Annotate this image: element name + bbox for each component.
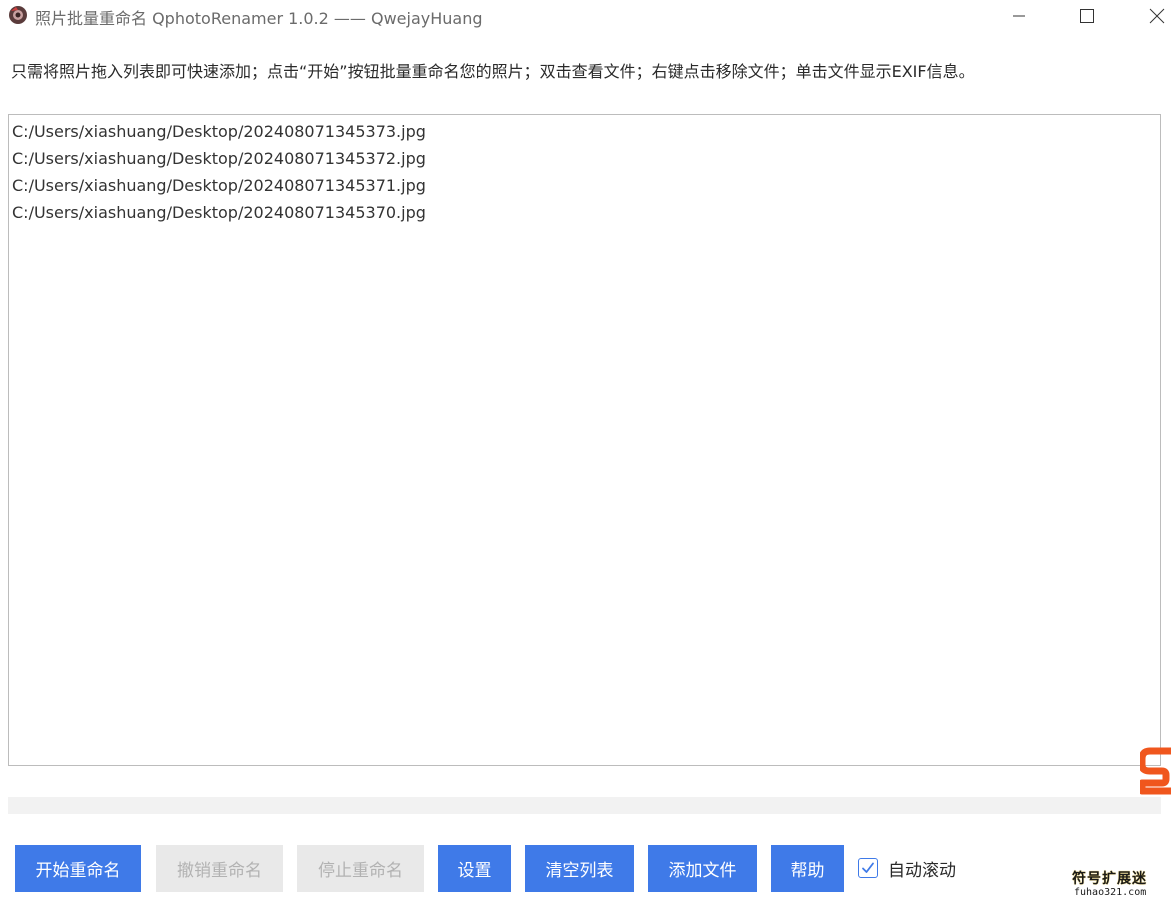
title-bar: 照片批量重命名 QphotoRenamer 1.0.2 —— QwejayHua… [0,0,1171,32]
watermark-logo: 符号扩展迷 fuhao321.com [1072,868,1164,902]
watermark-url: fuhao321.com [1074,887,1147,898]
auto-scroll-toggle[interactable]: 自动滚动 [858,856,956,881]
check-icon [862,862,874,873]
start-rename-button[interactable]: 开始重命名 [15,845,141,892]
minimize-button[interactable] [996,0,1042,32]
undo-rename-button[interactable]: 撤销重命名 [156,845,283,892]
stop-rename-button[interactable]: 停止重命名 [297,845,424,892]
clear-list-button[interactable]: 清空列表 [525,845,634,892]
auto-scroll-checkbox[interactable] [858,858,878,878]
sogou-logo-icon[interactable] [1140,747,1171,795]
close-icon [1149,8,1165,24]
help-button[interactable]: 帮助 [771,845,844,892]
window-title: 照片批量重命名 QphotoRenamer 1.0.2 —— QwejayHua… [35,9,483,28]
instructions-text: 只需将照片拖入列表即可快速添加；点击“开始”按钮批量重命名您的照片；双击查看文件… [11,62,975,81]
add-file-button[interactable]: 添加文件 [648,845,757,892]
settings-button[interactable]: 设置 [438,845,511,892]
close-button[interactable] [1134,0,1171,32]
app-camera-icon [9,6,27,24]
maximize-icon [1080,9,1094,23]
maximize-button[interactable] [1064,0,1110,32]
file-list-item[interactable]: C:/Users/xiashuang/Desktop/2024080713453… [12,199,1160,226]
auto-scroll-label: 自动滚动 [888,860,956,881]
file-list-item[interactable]: C:/Users/xiashuang/Desktop/2024080713453… [12,118,1160,145]
minimize-icon [1013,15,1025,17]
file-list-item[interactable]: C:/Users/xiashuang/Desktop/2024080713453… [12,145,1160,172]
file-list[interactable]: C:/Users/xiashuang/Desktop/2024080713453… [8,114,1161,766]
watermark-title: 符号扩展迷 [1072,871,1147,887]
progress-bar [8,797,1161,814]
file-list-item[interactable]: C:/Users/xiashuang/Desktop/2024080713453… [12,172,1160,199]
